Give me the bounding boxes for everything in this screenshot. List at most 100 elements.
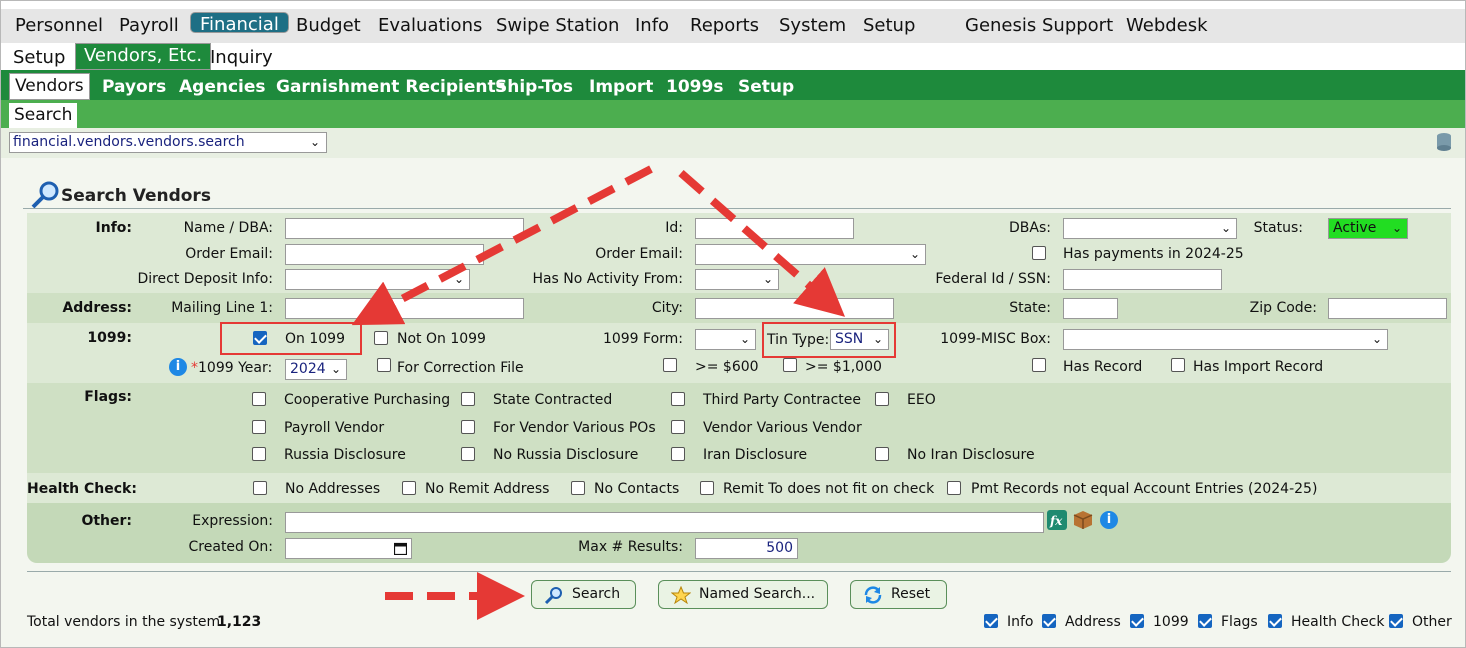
menu-genesis-support[interactable]: Genesis Support bbox=[965, 15, 1113, 36]
named-search-label: Named Search... bbox=[699, 586, 816, 602]
database-icon[interactable] bbox=[1435, 132, 1453, 152]
annotation-box-on1099 bbox=[220, 322, 362, 355]
tab-garnishment-recipients[interactable]: Garnishment Recipients bbox=[276, 77, 506, 97]
mailing-line-input[interactable] bbox=[285, 298, 524, 319]
form-1099-select[interactable]: ⌄ bbox=[695, 329, 756, 350]
status-label: Status: bbox=[1253, 220, 1303, 236]
health-checkbox[interactable] bbox=[700, 481, 714, 495]
year-1099-select[interactable]: 2024 ⌄ bbox=[285, 359, 347, 380]
correction-file-checkbox[interactable] bbox=[377, 358, 391, 372]
max-results-input[interactable]: 500 bbox=[695, 538, 798, 559]
tab-ship-tos[interactable]: Ship-Tos bbox=[495, 77, 573, 97]
chevron-down-icon: ⌄ bbox=[330, 362, 341, 376]
misc-box-select[interactable]: ⌄ bbox=[1063, 329, 1388, 350]
order-email-input[interactable] bbox=[285, 244, 484, 265]
health-checkbox[interactable] bbox=[253, 481, 267, 495]
menu-evaluations[interactable]: Evaluations bbox=[378, 15, 482, 36]
tab-payors[interactable]: Payors bbox=[102, 77, 166, 97]
menu-financial[interactable]: Financial bbox=[190, 12, 289, 35]
chevron-down-icon: ⌄ bbox=[762, 272, 773, 286]
has-record-checkbox[interactable] bbox=[1032, 358, 1046, 372]
flag-checkbox[interactable] bbox=[252, 392, 266, 406]
not-on-1099-checkbox[interactable] bbox=[374, 331, 388, 345]
flag-checkbox[interactable] bbox=[671, 420, 685, 434]
federal-id-input[interactable] bbox=[1063, 269, 1222, 290]
direct-deposit-select[interactable]: ⌄ bbox=[285, 269, 470, 290]
menu-swipe-station[interactable]: Swipe Station bbox=[496, 15, 619, 36]
tab-vendors-etc[interactable]: Vendors, Etc. bbox=[75, 43, 212, 70]
health-checkbox[interactable] bbox=[402, 481, 416, 495]
expression-input[interactable] bbox=[285, 512, 1044, 533]
flag-checkbox[interactable] bbox=[461, 447, 475, 461]
flag-no-iran-disclosure: No Iran Disclosure bbox=[907, 447, 1035, 463]
no-activity-select[interactable]: ⌄ bbox=[695, 269, 779, 290]
flag-checkbox[interactable] bbox=[671, 447, 685, 461]
menu-setup[interactable]: Setup bbox=[863, 15, 915, 36]
flag-checkbox[interactable] bbox=[461, 420, 475, 434]
tab-agencies[interactable]: Agencies bbox=[179, 77, 266, 97]
tab-inquiry[interactable]: Inquiry bbox=[210, 47, 273, 68]
tab-vendors[interactable]: Vendors bbox=[9, 73, 90, 100]
city-input[interactable] bbox=[695, 298, 894, 319]
star-search-icon bbox=[671, 586, 691, 604]
required-marker: * bbox=[191, 360, 198, 376]
path-select[interactable]: financial.vendors.vendors.search ⌄ bbox=[9, 132, 327, 153]
flag-vendor-various-vendor: Vendor Various Vendor bbox=[703, 420, 862, 436]
health-check-section: Health Check: No Addresses No Remit Addr… bbox=[27, 473, 1451, 503]
status-select[interactable]: Active ⌄ bbox=[1328, 218, 1408, 239]
package-icon[interactable] bbox=[1073, 510, 1093, 530]
toggle-health-checkbox[interactable] bbox=[1268, 614, 1282, 628]
has-import-record-checkbox[interactable] bbox=[1171, 358, 1185, 372]
flag-checkbox[interactable] bbox=[875, 392, 889, 406]
toggle-other-label: Other bbox=[1412, 614, 1452, 630]
flag-checkbox[interactable] bbox=[671, 392, 685, 406]
toggle-1099-checkbox[interactable] bbox=[1130, 614, 1144, 628]
state-input[interactable] bbox=[1063, 298, 1118, 319]
flag-checkbox[interactable] bbox=[875, 447, 889, 461]
menu-personnel[interactable]: Personnel bbox=[15, 15, 103, 36]
flag-checkbox[interactable] bbox=[252, 447, 266, 461]
toggle-address-checkbox[interactable] bbox=[1042, 614, 1056, 628]
reset-button[interactable]: Reset bbox=[850, 580, 947, 609]
menu-payroll[interactable]: Payroll bbox=[119, 15, 179, 36]
tab-import[interactable]: Import bbox=[589, 77, 653, 97]
created-on-input[interactable] bbox=[285, 538, 412, 559]
tab-1099s[interactable]: 1099s bbox=[666, 77, 723, 97]
info-icon[interactable]: i bbox=[1100, 511, 1118, 529]
menu-budget[interactable]: Budget bbox=[296, 15, 361, 36]
tab-vendor-setup[interactable]: Setup bbox=[738, 77, 794, 97]
zip-input[interactable] bbox=[1328, 298, 1447, 319]
menu-info[interactable]: Info bbox=[635, 15, 669, 36]
menu-system[interactable]: System bbox=[779, 15, 846, 36]
tab-search[interactable]: Search bbox=[9, 103, 78, 128]
named-search-button[interactable]: Named Search... bbox=[658, 580, 828, 609]
info-icon[interactable]: i bbox=[169, 358, 187, 376]
health-checkbox[interactable] bbox=[947, 481, 961, 495]
toggle-info-checkbox[interactable] bbox=[984, 614, 998, 628]
path-select-value: financial.vendors.vendors.search bbox=[13, 134, 245, 150]
menu-reports[interactable]: Reports bbox=[690, 15, 759, 36]
id-input[interactable] bbox=[695, 218, 854, 239]
health-checkbox[interactable] bbox=[571, 481, 585, 495]
no-activity-label: Has No Activity From: bbox=[532, 271, 683, 287]
dbas-select[interactable]: ⌄ bbox=[1063, 218, 1237, 239]
toggle-other-checkbox[interactable] bbox=[1389, 614, 1403, 628]
health-check-label: Health Check: bbox=[27, 481, 137, 497]
app-window: Personnel Payroll Financial Budget Evalu… bbox=[0, 0, 1466, 648]
ge-600-checkbox[interactable] bbox=[663, 358, 677, 372]
toggle-flags-checkbox[interactable] bbox=[1198, 614, 1212, 628]
flag-checkbox[interactable] bbox=[461, 392, 475, 406]
year-1099-value: 2024 bbox=[290, 361, 326, 377]
menu-webdesk[interactable]: Webdesk bbox=[1126, 15, 1208, 36]
svg-text:fx: fx bbox=[1049, 514, 1063, 528]
flag-checkbox[interactable] bbox=[252, 420, 266, 434]
has-payments-checkbox[interactable] bbox=[1032, 246, 1046, 260]
search-button[interactable]: Search bbox=[531, 580, 636, 609]
flags-section: Flags: Cooperative Purchasing State Cont… bbox=[27, 383, 1451, 473]
calendar-icon[interactable] bbox=[394, 542, 407, 555]
function-icon[interactable]: fx bbox=[1047, 510, 1067, 530]
ge-1000-checkbox[interactable] bbox=[783, 358, 797, 372]
name-dba-input[interactable] bbox=[285, 218, 524, 239]
order-email-select[interactable]: ⌄ bbox=[695, 244, 926, 265]
tab-setup[interactable]: Setup bbox=[13, 47, 65, 68]
